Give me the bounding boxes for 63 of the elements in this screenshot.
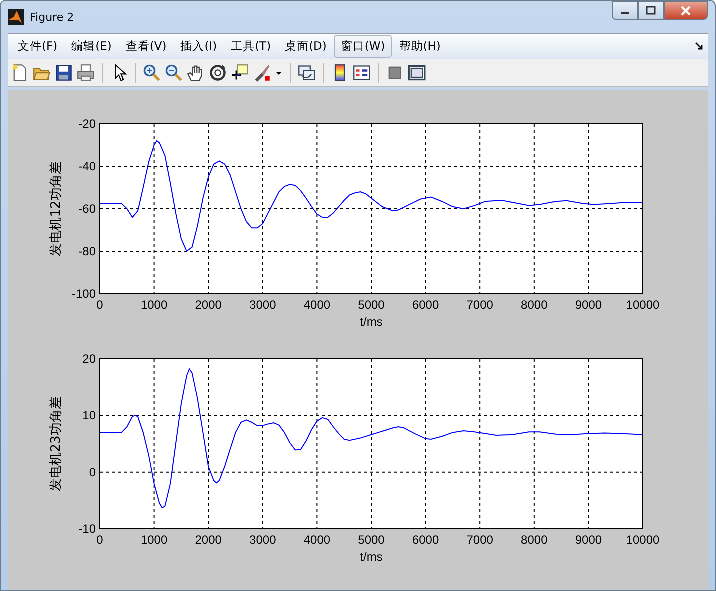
zoom-out-icon[interactable] — [165, 64, 183, 82]
tick-label: 0 — [89, 465, 96, 480]
dock-arrow-icon[interactable] — [695, 42, 704, 51]
tick-label: 5000 — [358, 533, 385, 547]
tick-label: -100 — [72, 287, 96, 301]
tick-label: -60 — [78, 202, 96, 216]
window-title: Figure 2 — [30, 10, 76, 24]
new-file-icon[interactable] — [11, 64, 29, 82]
menu-item[interactable]: 窗口(W) — [334, 35, 392, 58]
tick-label: 8000 — [521, 533, 548, 547]
print-icon[interactable] — [77, 64, 95, 82]
maximize-icon — [646, 6, 656, 15]
tick-label: 6000 — [412, 298, 440, 312]
legend-icon[interactable] — [353, 64, 371, 82]
dock-window-icon[interactable] — [408, 64, 426, 82]
menu-item[interactable]: 插入(I) — [174, 35, 224, 58]
tick-label: 3000 — [250, 533, 276, 547]
close-button[interactable] — [664, 1, 708, 20]
tick-label: 0 — [96, 533, 104, 547]
menu-item[interactable]: 文件(F) — [11, 35, 65, 58]
data-cursor-icon[interactable] — [231, 64, 249, 82]
menu-item[interactable]: 查看(V) — [118, 35, 174, 58]
tick-label: -20 — [78, 117, 96, 131]
tick-label: 7000 — [466, 533, 494, 547]
tick-label: 8000 — [521, 298, 548, 312]
app-icon — [8, 9, 24, 25]
brush-icon[interactable] — [253, 64, 271, 82]
zoom-in-icon[interactable] — [143, 64, 161, 82]
save-icon[interactable] — [55, 64, 73, 82]
tick-label: 1000 — [140, 533, 168, 547]
tick-label: 20 — [82, 352, 96, 366]
tick-label: 3000 — [250, 298, 276, 312]
axis-label: t/ms — [360, 315, 383, 329]
tick-label: 2000 — [195, 533, 222, 547]
tick-label: 10000 — [626, 298, 660, 312]
tick-label: 10 — [82, 408, 96, 423]
minimize-button[interactable] — [612, 1, 638, 20]
maximize-button[interactable] — [638, 1, 664, 20]
axis-label: 发电机23功角差 — [49, 396, 64, 492]
axis-label: 发电机12功角差 — [49, 162, 64, 256]
tick-label: 0 — [96, 298, 104, 312]
tick-label: 9000 — [575, 298, 602, 312]
rotate-icon[interactable] — [209, 64, 227, 82]
menu-item[interactable]: 编辑(E) — [64, 35, 119, 58]
tick-label: 4000 — [304, 298, 331, 312]
tick-label: 5000 — [358, 298, 385, 312]
menu-item[interactable]: 桌面(D) — [278, 35, 334, 58]
tick-label: 7000 — [466, 298, 494, 312]
tick-label: 4000 — [304, 533, 331, 547]
tick-label: 10000 — [626, 533, 660, 547]
tick-label: 6000 — [412, 533, 440, 547]
axis-label: t/ms — [360, 550, 383, 564]
tick-label: -80 — [78, 244, 96, 258]
hand-icon[interactable] — [187, 64, 205, 82]
tick-label: 2000 — [195, 298, 222, 312]
tick-label: 9000 — [575, 533, 602, 547]
tick-label: -10 — [78, 522, 96, 536]
link-icon[interactable] — [298, 64, 316, 82]
menu-item[interactable]: 工具(T) — [224, 35, 278, 58]
menu-item[interactable]: 帮助(H) — [392, 35, 448, 58]
tick-label: -40 — [78, 160, 96, 174]
close-icon — [680, 6, 692, 16]
tick-label: 1000 — [140, 298, 168, 312]
